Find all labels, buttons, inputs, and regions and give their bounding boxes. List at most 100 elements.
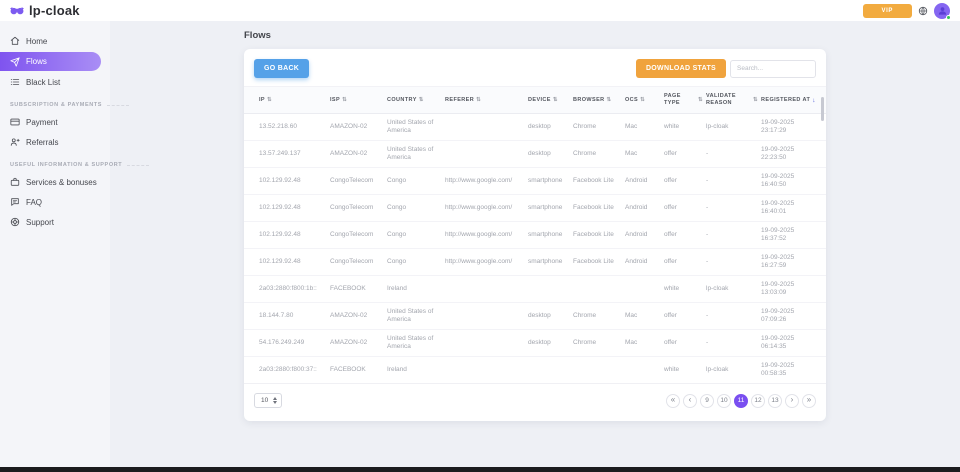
column-header-registered[interactable]: REGISTERED AT↓ <box>761 87 826 114</box>
pagination-page-11[interactable]: 11 <box>734 394 748 408</box>
pagination: «‹910111213›» <box>666 394 816 408</box>
column-header-browser[interactable]: BROWSER⇅ <box>573 87 625 114</box>
column-header-inner: COUNTRY⇅ <box>387 97 443 104</box>
sidebar-item-faq[interactable]: FAQ <box>0 192 110 212</box>
cell-validate_reason: - <box>706 303 761 330</box>
column-header-inner: VALIDATE REASON⇅ <box>706 93 759 107</box>
cell-referer <box>445 141 528 168</box>
table-row: 13.52.218.60AMAZON-02United States of Am… <box>244 114 826 141</box>
search-input[interactable] <box>730 60 816 78</box>
support-icon <box>10 217 20 227</box>
sidebar-item-payment[interactable]: Payment <box>0 112 110 132</box>
pagination-page-10[interactable]: 10 <box>717 394 731 408</box>
registered-time: 00:58:35 <box>761 370 824 378</box>
avatar-person-icon <box>937 5 948 16</box>
cell-isp: CongoTelecom <box>330 195 387 222</box>
vip-button[interactable]: VIP <box>863 4 912 18</box>
faq-icon <box>10 197 20 207</box>
online-status-dot <box>946 15 951 20</box>
table-row: 102.129.92.48CongoTelecomCongohttp://www… <box>244 195 826 222</box>
registered-date: 19-09-2025 <box>761 362 824 370</box>
sort-icon: ⇅ <box>476 97 481 103</box>
column-header-referer[interactable]: REFERER⇅ <box>445 87 528 114</box>
cell-isp: CongoTelecom <box>330 222 387 249</box>
sidebar-item-label: Services & bonuses <box>26 178 97 187</box>
sidebar-item-black-list[interactable]: Black List <box>0 72 110 92</box>
pagination-prev[interactable]: ‹ <box>683 394 697 408</box>
registered-date: 19-09-2025 <box>761 200 824 208</box>
registered-date: 19-09-2025 <box>761 146 824 154</box>
registered-date: 19-09-2025 <box>761 335 824 343</box>
cell-registered: 19-09-202516:27:59 <box>761 249 826 276</box>
page-size-select[interactable]: 10 <box>254 393 282 408</box>
cell-registered: 19-09-202516:37:52 <box>761 222 826 249</box>
sidebar-item-flows[interactable]: Flows <box>0 52 101 71</box>
column-header-ocs[interactable]: OCS⇅ <box>625 87 664 114</box>
cell-page_type: offer <box>664 195 706 222</box>
cell-registered: 19-09-202507:09:26 <box>761 303 826 330</box>
sidebar-item-home[interactable]: Home <box>0 31 110 51</box>
cell-ocs: Mac <box>625 114 664 141</box>
registered-time: 16:40:01 <box>761 208 824 216</box>
cell-validate_reason: - <box>706 195 761 222</box>
cell-ip: 2a03:2880:f800:37:: <box>244 357 330 384</box>
cell-referer <box>445 303 528 330</box>
cell-ip: 13.57.249.137 <box>244 141 330 168</box>
pagination-next[interactable]: › <box>785 394 799 408</box>
page-size-value: 10 <box>261 397 268 404</box>
table-scrollbar[interactable] <box>821 97 824 121</box>
column-header-ip[interactable]: IP⇅ <box>244 87 330 114</box>
column-header-device[interactable]: DEVICE⇅ <box>528 87 573 114</box>
bottom-bar <box>0 467 960 472</box>
cell-registered: 19-09-202506:14:35 <box>761 330 826 357</box>
pagination-first[interactable]: « <box>666 394 680 408</box>
sidebar-item-referrals[interactable]: Referrals <box>0 132 110 152</box>
app-logo[interactable]: lp-cloak <box>10 3 80 18</box>
registered-time: 07:09:26 <box>761 316 824 324</box>
pagination-last[interactable]: » <box>802 394 816 408</box>
cell-ocs: Mac <box>625 330 664 357</box>
column-label: OCS <box>625 97 638 104</box>
cell-country: United States of America <box>387 303 445 330</box>
sidebar-item-support[interactable]: Support <box>0 212 110 232</box>
column-label: REFERER <box>445 97 474 104</box>
column-header-isp[interactable]: ISP⇅ <box>330 87 387 114</box>
sidebar-item-label: FAQ <box>26 198 42 207</box>
column-label: PAGE TYPE <box>664 93 696 107</box>
column-header-validate_reason[interactable]: VALIDATE REASON⇅ <box>706 87 761 114</box>
cell-isp: AMAZON-02 <box>330 141 387 168</box>
pagination-page-9[interactable]: 9 <box>700 394 714 408</box>
cell-browser: Facebook Lite <box>573 249 625 276</box>
table-header-row: IP⇅ISP⇅COUNTRY⇅REFERER⇅DEVICE⇅BROWSER⇅OC… <box>244 87 826 114</box>
cell-isp: CongoTelecom <box>330 249 387 276</box>
registered-time: 23:17:29 <box>761 127 824 135</box>
cell-page_type: white <box>664 114 706 141</box>
column-header-page_type[interactable]: PAGE TYPE⇅ <box>664 87 706 114</box>
column-header-country[interactable]: COUNTRY⇅ <box>387 87 445 114</box>
card-footer: 10 «‹910111213›» <box>244 384 826 421</box>
pagination-page-12[interactable]: 12 <box>751 394 765 408</box>
registered-time: 22:23:50 <box>761 154 824 162</box>
cell-device: smartphone <box>528 168 573 195</box>
user-avatar[interactable] <box>934 3 950 19</box>
sort-icon: ⇅ <box>607 97 612 103</box>
cell-device: smartphone <box>528 195 573 222</box>
sort-icon: ⇅ <box>553 97 558 103</box>
go-back-button[interactable]: GO BACK <box>254 59 309 78</box>
cell-country: United States of America <box>387 330 445 357</box>
cell-ocs: Android <box>625 222 664 249</box>
cell-ocs: Android <box>625 249 664 276</box>
cell-page_type: offer <box>664 249 706 276</box>
language-globe-icon[interactable] <box>918 6 928 16</box>
flows-card: GO BACK DOWNLOAD STATS IP⇅ISP⇅COUNTRY⇅RE… <box>244 49 826 421</box>
cell-country: Ireland <box>387 357 445 384</box>
column-label: REGISTERED AT <box>761 97 810 104</box>
cell-browser: Chrome <box>573 303 625 330</box>
pagination-page-13[interactable]: 13 <box>768 394 782 408</box>
sidebar-item-services-bonuses[interactable]: Services & bonuses <box>0 172 110 192</box>
cell-isp: FACEBOOK <box>330 276 387 303</box>
payment-icon <box>10 117 20 127</box>
blacklist-icon <box>10 77 20 87</box>
flows-table: IP⇅ISP⇅COUNTRY⇅REFERER⇅DEVICE⇅BROWSER⇅OC… <box>244 86 826 384</box>
download-stats-button[interactable]: DOWNLOAD STATS <box>636 59 726 78</box>
